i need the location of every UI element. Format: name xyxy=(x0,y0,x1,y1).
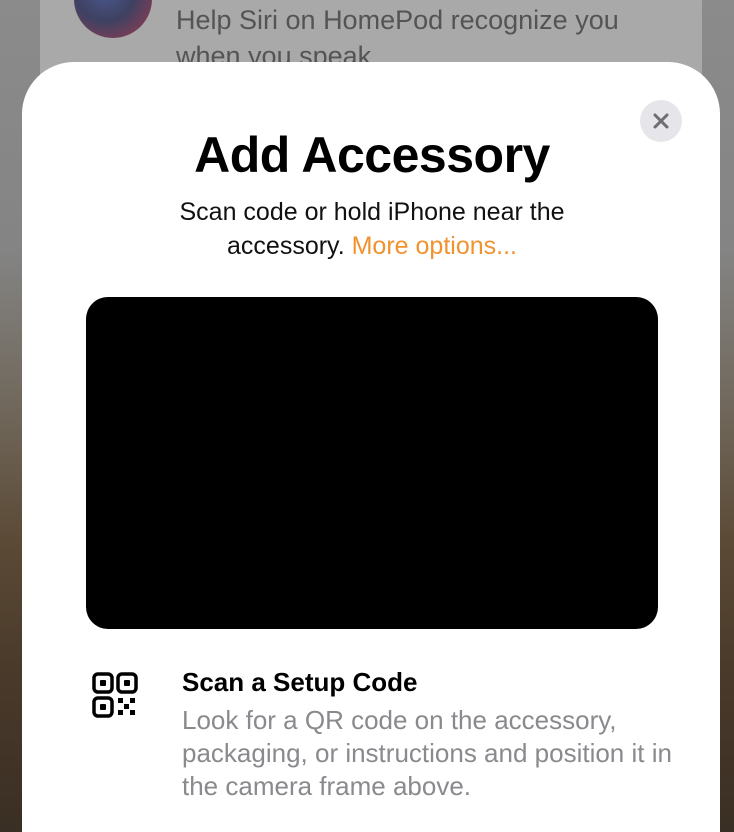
scan-setup-code-title: Scan a Setup Code xyxy=(182,667,418,697)
scan-setup-code-description: Look for a QR code on the accessory, pac… xyxy=(182,705,672,801)
instructions-text: Scan code or hold iPhone near the access… xyxy=(120,195,624,263)
page-title: Add Accessory xyxy=(194,127,550,183)
more-options-link[interactable]: More options... xyxy=(352,232,517,260)
qr-code-icon xyxy=(92,672,138,718)
camera-viewfinder[interactable] xyxy=(86,297,658,629)
